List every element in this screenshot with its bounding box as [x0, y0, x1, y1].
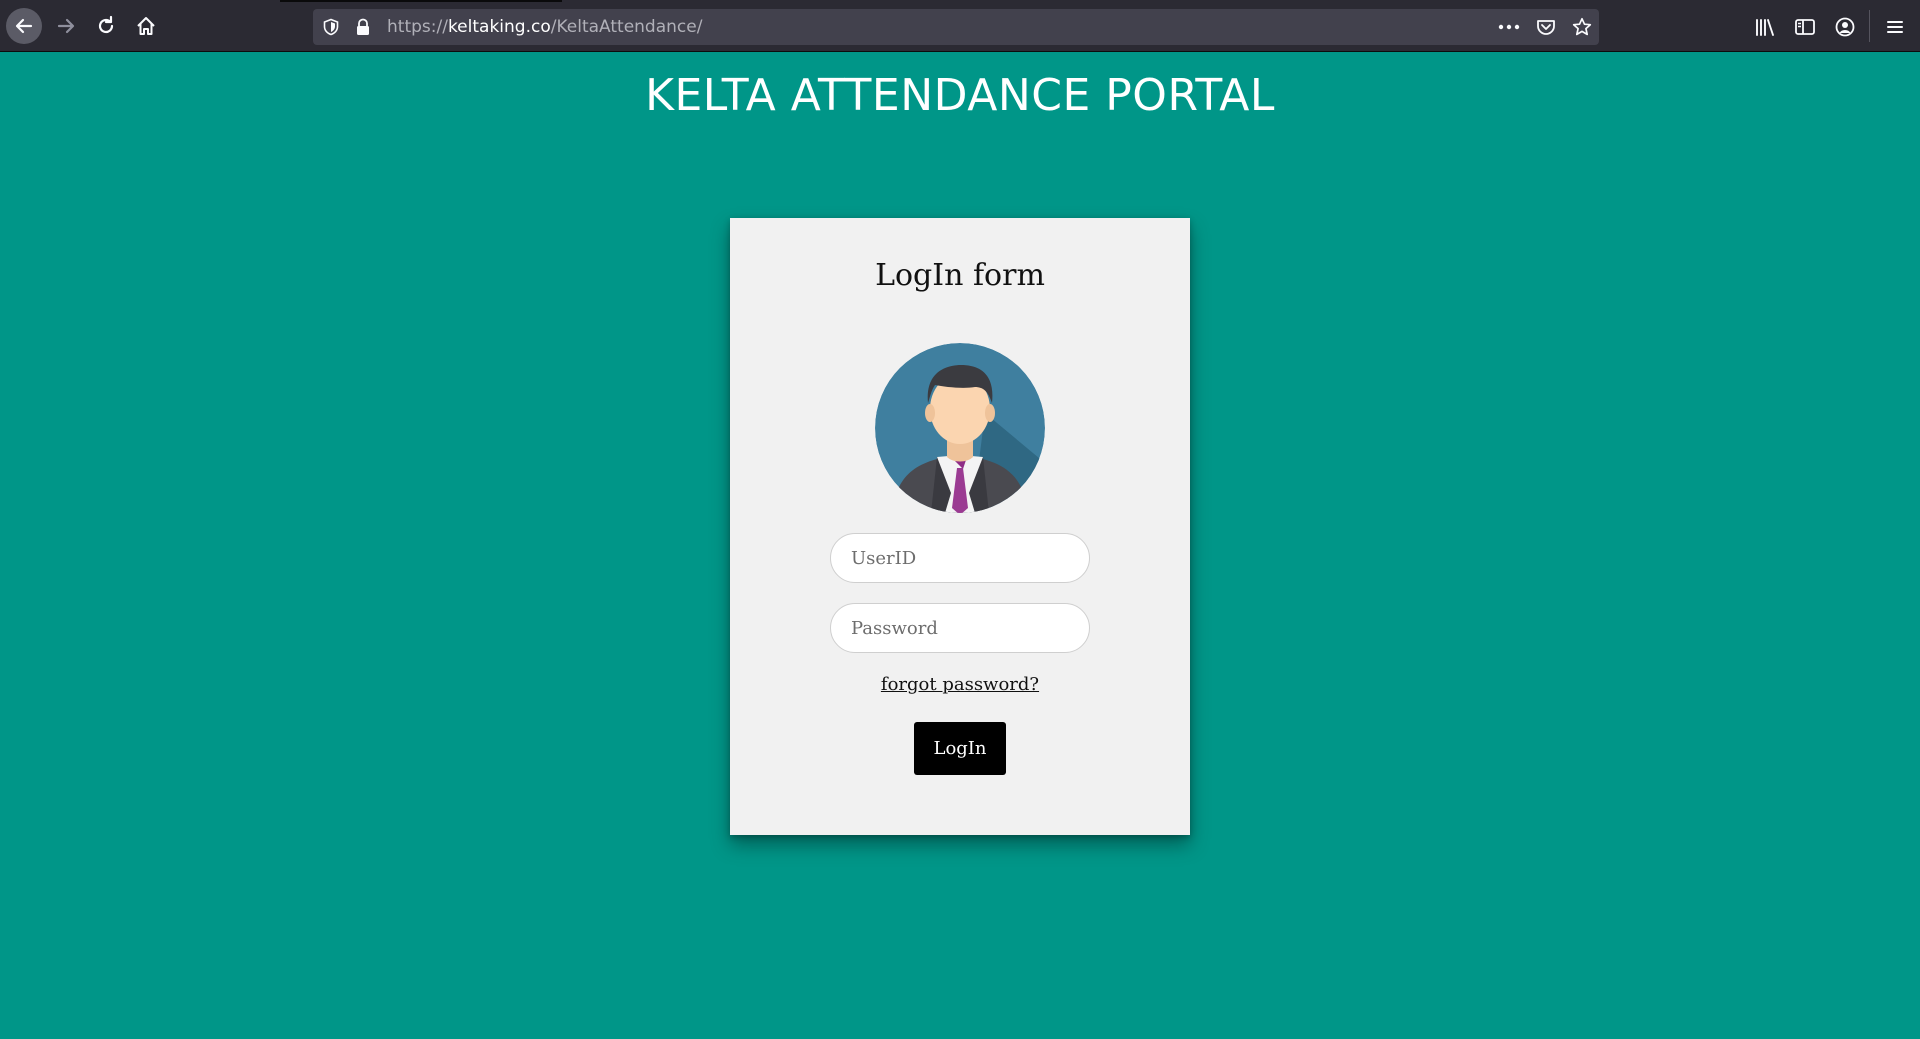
home-button[interactable]: [128, 8, 164, 44]
page-title: KELTA ATTENDANCE PORTAL: [645, 70, 1275, 121]
url-path: /KeltaAttendance/: [550, 17, 703, 37]
password-input[interactable]: [830, 603, 1090, 653]
account-icon[interactable]: [1833, 15, 1857, 39]
url-bar[interactable]: https://keltaking.co/KeltaAttendance/: [313, 9, 1599, 45]
menu-icon[interactable]: [1883, 15, 1907, 39]
star-icon[interactable]: [1571, 17, 1593, 37]
lock-icon[interactable]: [353, 17, 373, 37]
forward-button[interactable]: [48, 8, 84, 44]
library-icon[interactable]: [1753, 15, 1777, 39]
reload-button[interactable]: [88, 8, 124, 44]
back-icon: [15, 18, 33, 34]
user-avatar-icon: [875, 343, 1045, 513]
url-prefix: https://: [387, 17, 448, 37]
reload-icon: [98, 15, 114, 34]
tab-strip-edge: [280, 0, 562, 2]
forgot-password-link[interactable]: forgot password?: [730, 674, 1190, 695]
login-card: LogIn form forgo: [730, 218, 1190, 835]
url-text[interactable]: https://keltaking.co/KeltaAttendance/: [387, 9, 702, 45]
shield-icon[interactable]: [321, 17, 341, 37]
back-button[interactable]: [6, 8, 42, 44]
userid-input[interactable]: [830, 533, 1090, 583]
home-icon: [137, 17, 155, 35]
form-title: LogIn form: [875, 258, 1045, 293]
sidebar-icon[interactable]: [1793, 15, 1817, 39]
url-domain: keltaking.co: [447, 17, 551, 37]
pocket-icon[interactable]: [1535, 17, 1557, 37]
login-button[interactable]: LogIn: [914, 722, 1006, 775]
more-icon[interactable]: [1498, 17, 1520, 37]
browser-toolbar: https://keltaking.co/KeltaAttendance/: [0, 0, 1920, 52]
forward-icon: [57, 18, 75, 34]
toolbar-separator: [1869, 10, 1870, 42]
